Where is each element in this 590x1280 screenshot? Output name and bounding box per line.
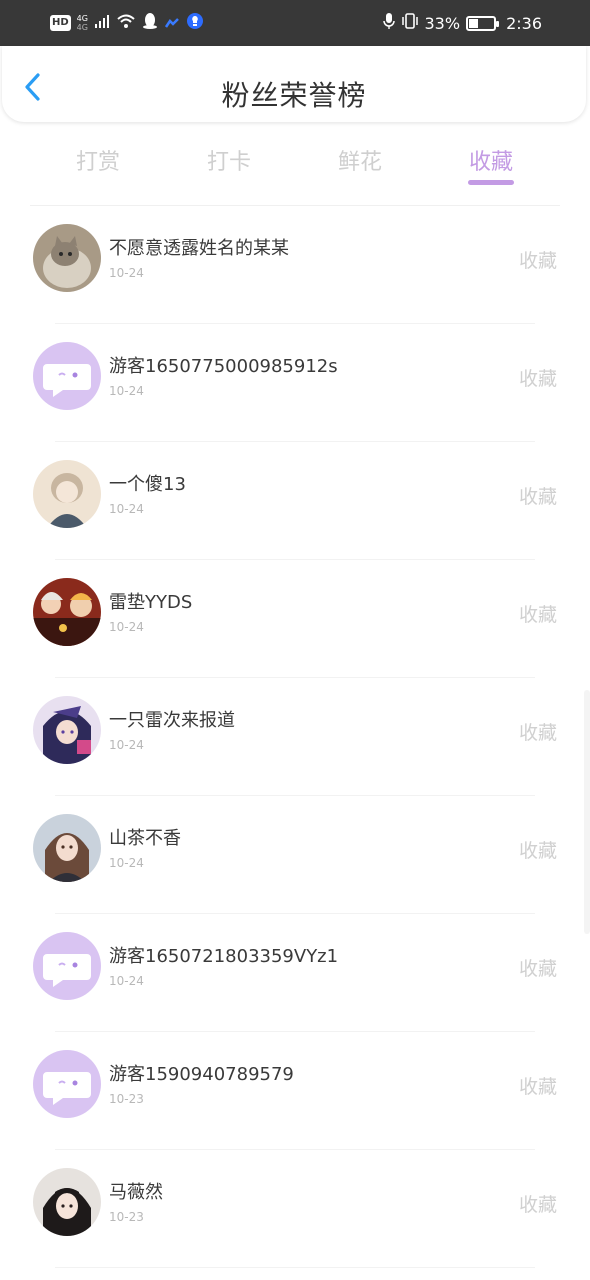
page-title: 粉丝荣誉榜 bbox=[221, 79, 367, 112]
avatar[interactable] bbox=[33, 1050, 101, 1118]
avatar[interactable] bbox=[33, 342, 101, 410]
tab-checkin[interactable]: 打卡 bbox=[189, 144, 269, 176]
fan-list: 不愿意透露姓名的某某 10-24 收藏 游客1650775000985912s … bbox=[0, 206, 590, 1268]
action-label: 收藏 bbox=[518, 1194, 557, 1216]
fan-date: 10-24 bbox=[109, 502, 144, 516]
cloud-icon bbox=[164, 14, 180, 33]
fan-name: 游客1650775000985912s bbox=[109, 356, 338, 377]
fan-date: 10-24 bbox=[109, 738, 144, 752]
fan-date: 10-24 bbox=[109, 620, 144, 634]
action-label: 收藏 bbox=[518, 958, 557, 980]
battery-level bbox=[469, 18, 478, 28]
action-label: 收藏 bbox=[518, 840, 557, 862]
fan-name: 雷垫YYDS bbox=[109, 592, 193, 613]
battery-icon bbox=[466, 15, 500, 31]
shield-icon bbox=[186, 12, 204, 34]
avatar[interactable] bbox=[33, 460, 101, 528]
avatar[interactable] bbox=[33, 1168, 101, 1236]
fan-date: 10-24 bbox=[109, 856, 144, 870]
wifi-icon bbox=[116, 13, 136, 33]
list-item[interactable]: 游客1650721803359VYz1 10-24 收藏 bbox=[0, 914, 590, 1032]
action-label: 收藏 bbox=[518, 604, 557, 626]
fan-date: 10-23 bbox=[109, 1210, 144, 1224]
list-item[interactable]: 不愿意透露姓名的某某 10-24 收藏 bbox=[0, 206, 590, 324]
fan-date: 10-23 bbox=[109, 1092, 144, 1106]
avatar[interactable] bbox=[33, 578, 101, 646]
list-item[interactable]: 一只雷次来报道 10-24 收藏 bbox=[0, 678, 590, 796]
tab-favorites[interactable]: 收藏 bbox=[451, 144, 531, 176]
fan-name: 一只雷次来报道 bbox=[109, 710, 235, 731]
network-type-bottom: 4G bbox=[76, 23, 88, 32]
fan-name: 不愿意透露姓名的某某 bbox=[109, 238, 289, 259]
network-type: 4G 4G bbox=[77, 14, 88, 32]
list-item[interactable]: 游客1650775000985912s 10-24 收藏 bbox=[0, 324, 590, 442]
action-label: 收藏 bbox=[518, 368, 557, 390]
avatar[interactable] bbox=[33, 696, 101, 764]
nav-bar: 粉丝荣誉榜 bbox=[2, 46, 586, 122]
battery-percent: 33% bbox=[424, 13, 461, 33]
fan-date: 10-24 bbox=[109, 974, 144, 988]
action-label: 收藏 bbox=[518, 722, 557, 744]
row-divider bbox=[55, 1267, 535, 1268]
list-item[interactable]: 游客1590940789579 10-23 收藏 bbox=[0, 1032, 590, 1150]
vibrate-icon bbox=[401, 12, 419, 34]
scrollbar[interactable] bbox=[584, 690, 590, 934]
hd-badge: HD bbox=[50, 15, 71, 31]
status-left: HD 4G 4G bbox=[50, 12, 204, 34]
status-right: 33% 2:36 bbox=[382, 11, 542, 35]
action-label: 收藏 bbox=[518, 250, 557, 272]
tab-reward[interactable]: 打赏 bbox=[58, 144, 138, 176]
avatar[interactable] bbox=[33, 932, 101, 1000]
fan-date: 10-24 bbox=[109, 384, 144, 398]
avatar[interactable] bbox=[33, 814, 101, 882]
network-type-top: 4G bbox=[76, 14, 88, 23]
fan-name: 马薇然 bbox=[109, 1182, 163, 1203]
active-tab-indicator bbox=[468, 180, 514, 185]
list-item[interactable]: 马薇然 10-23 收藏 bbox=[0, 1150, 590, 1268]
list-item[interactable]: 山茶不香 10-24 收藏 bbox=[0, 796, 590, 914]
tab-flowers[interactable]: 鲜花 bbox=[320, 144, 400, 176]
clock: 2:36 bbox=[506, 13, 542, 33]
signal-icon bbox=[94, 13, 110, 33]
action-label: 收藏 bbox=[518, 1076, 557, 1098]
avatar[interactable] bbox=[33, 224, 101, 292]
mic-icon bbox=[382, 12, 395, 34]
fan-name: 山茶不香 bbox=[109, 828, 181, 849]
qq-icon bbox=[142, 12, 158, 34]
list-item[interactable]: 一个傻13 10-24 收藏 bbox=[0, 442, 590, 560]
fan-name: 游客1590940789579 bbox=[109, 1064, 294, 1085]
fan-date: 10-24 bbox=[109, 266, 144, 280]
fan-name: 游客1650721803359VYz1 bbox=[109, 946, 339, 967]
fan-name: 一个傻13 bbox=[109, 474, 186, 495]
list-item[interactable]: 雷垫YYDS 10-24 收藏 bbox=[0, 560, 590, 678]
status-bar: HD 4G 4G 33% 2:36 bbox=[0, 0, 590, 46]
tab-bar: 打赏 打卡 鲜花 收藏 bbox=[0, 140, 590, 190]
action-label: 收藏 bbox=[518, 486, 557, 508]
